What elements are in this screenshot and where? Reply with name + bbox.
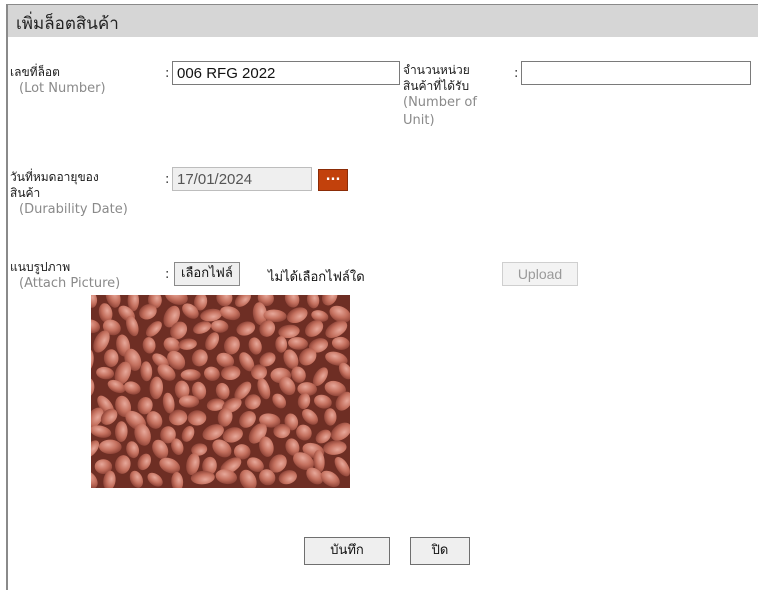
- peanut-kernel: [180, 369, 201, 381]
- attach-picture-label-en: (Attach Picture): [19, 276, 121, 291]
- lot-number-input[interactable]: [172, 61, 400, 85]
- unit-count-colon: :: [514, 66, 519, 81]
- unit-count-input[interactable]: [521, 61, 751, 85]
- lot-number-label-th: เลขที่ล็อต: [10, 65, 60, 79]
- attach-picture-label-th: แนบรูปภาพ: [10, 260, 71, 274]
- attach-picture-label: แนบรูปภาพ (Attach Picture): [10, 259, 120, 293]
- date-picker-button[interactable]: ...: [318, 169, 348, 191]
- unit-count-label-th-1: จำนวนหน่วย: [403, 63, 470, 77]
- durability-date-label-th-2: สินค้า: [10, 186, 41, 200]
- durability-date-label: วันที่หมดอายุของ สินค้า (Durability Date…: [10, 169, 128, 219]
- title-bar: เพิ่มล็อตสินค้า: [8, 5, 758, 37]
- durability-date-label-th-1: วันที่หมดอายุของ: [10, 170, 99, 184]
- no-file-chosen-text: ไม่ได้เลือกไฟล์ใด: [268, 270, 365, 285]
- unit-count-label-th-2: สินค้าที่ได้รับ: [403, 79, 470, 93]
- durability-date-label-en: (Durability Date): [19, 202, 128, 217]
- durability-date-input: [172, 167, 312, 191]
- upload-button: Upload: [502, 262, 578, 286]
- lot-number-label-en: (Lot Number): [19, 81, 106, 96]
- unit-count-label: จำนวนหน่วย สินค้าที่ได้รับ (Number of Un…: [403, 62, 477, 130]
- unit-count-label-en-2: Unit): [403, 113, 435, 128]
- page-title: เพิ่มล็อตสินค้า: [16, 14, 119, 34]
- lot-number-colon: :: [165, 66, 170, 81]
- choose-file-button[interactable]: เลือกไฟล์: [174, 262, 240, 286]
- durability-date-colon: :: [165, 172, 170, 187]
- peanuts-photo: [91, 295, 350, 488]
- save-button[interactable]: บันทึก: [304, 537, 390, 565]
- attach-picture-colon: :: [165, 267, 170, 282]
- date-picker-button-label: ...: [325, 169, 341, 184]
- lot-number-label: เลขที่ล็อต (Lot Number): [10, 64, 106, 98]
- unit-count-label-en-1: (Number of: [403, 95, 477, 110]
- close-button[interactable]: ปิด: [410, 537, 470, 565]
